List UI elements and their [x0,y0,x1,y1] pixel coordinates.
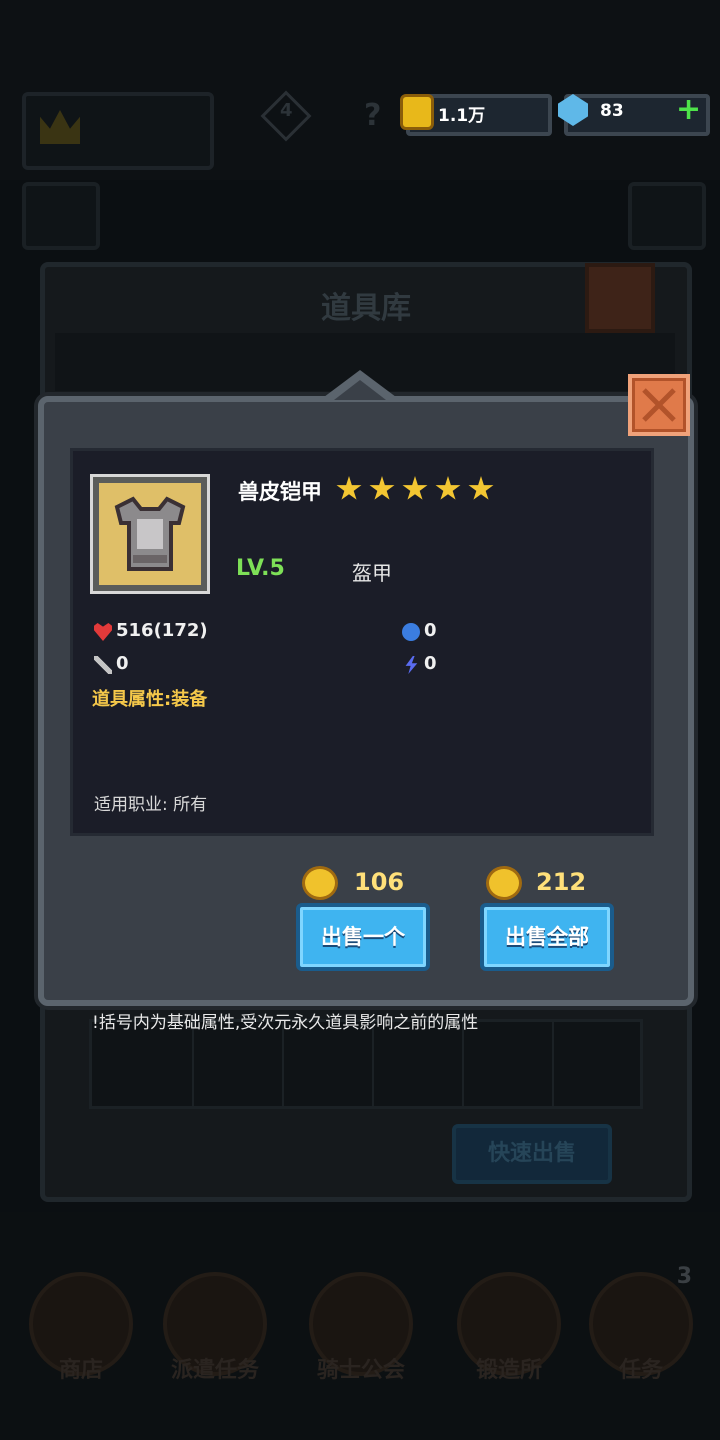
sword-icon [94,656,112,674]
gem-value: 83 [600,101,624,121]
item-type: 盔甲 [352,561,392,585]
add-gems-icon[interactable]: + [676,92,701,127]
sell-one-price: 106 [354,868,405,896]
right-side-button[interactable] [628,182,706,250]
rank-box[interactable] [22,92,214,170]
star-icon [402,476,428,500]
attack-stat: 0 [116,653,129,674]
item-job: 适用职业: 所有 [94,795,208,815]
nav-quests[interactable]: 任务 3 [586,1264,696,1383]
nav-label: 派遣任务 [170,1358,259,1383]
star-icon [336,476,362,500]
nav-dispatch[interactable]: 派遣任务 [160,1272,270,1383]
coin-icon [486,866,522,900]
sell-one-button[interactable]: 出售一个 [296,903,430,971]
sell-all-button[interactable]: 出售全部 [480,903,614,971]
hint-count: 4 [280,100,293,121]
quest-badge: 3 [676,1264,692,1289]
item-attribute: 道具属性:装备 [92,689,208,710]
star-icon [369,476,395,500]
help-icon[interactable]: ? [364,98,381,133]
armor-icon [114,496,186,571]
nav-label: 骑士公会 [316,1358,405,1383]
star-icon [468,476,494,500]
star-rating [336,476,501,504]
nav-guild[interactable]: 骑士公会 [306,1272,416,1383]
hp-stat: 516(172) [116,620,208,641]
close-button[interactable] [628,374,690,436]
left-side-button[interactable] [22,182,100,250]
close-icon [642,388,676,422]
item-level: LV.5 [236,556,285,581]
potion-icon [402,623,420,641]
crown-icon [40,110,80,144]
item-icon-frame [90,474,210,594]
quick-sell-button[interactable]: 快速出售 [452,1124,612,1184]
item-name: 兽皮铠甲 [238,480,322,504]
nav-forge[interactable]: 锻造所 [454,1272,564,1383]
sell-all-price: 212 [536,868,587,896]
nav-label: 商店 [58,1358,103,1383]
star-icon [435,476,461,500]
attribute-note: !括号内为基础属性,受次元永久道具影响之前的属性 [92,1013,479,1033]
inventory-close-button[interactable] [585,263,655,333]
bottom-nav: 商店 派遣任务 骑士公会 锻造所 任务 3 [0,1212,720,1440]
energy-stat: 0 [424,653,437,674]
nav-shop[interactable]: 商店 [26,1272,136,1383]
coin-icon [302,866,338,900]
gold-value: 1.1万 [438,106,486,126]
mana-stat: 0 [424,620,437,641]
nav-label: 任务 [618,1358,663,1383]
top-bar: 4 ? 1.1万 83 + [0,0,720,250]
nav-label: 锻造所 [475,1358,542,1383]
gold-coin-icon [400,94,434,130]
item-icon-bg [99,483,201,585]
